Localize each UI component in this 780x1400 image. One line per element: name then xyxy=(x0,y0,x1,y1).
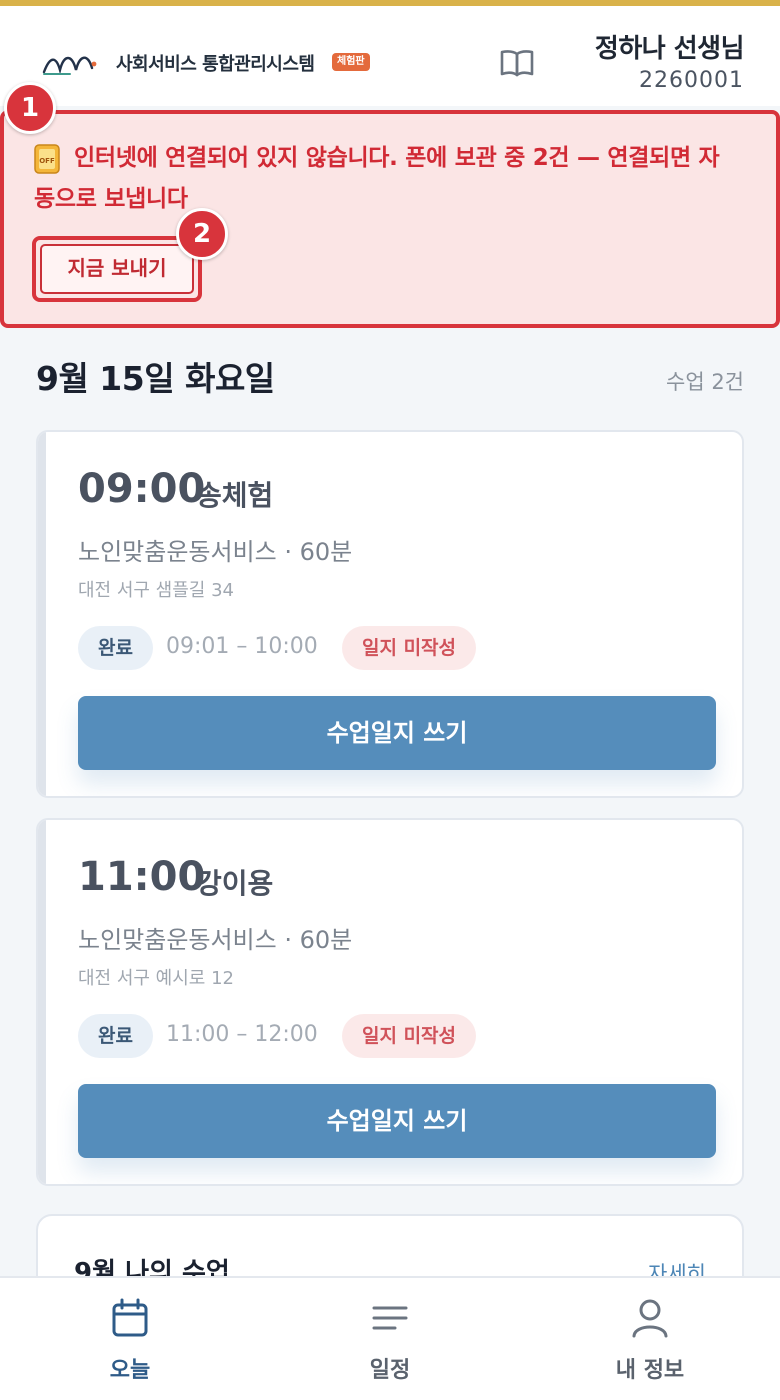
log-status-chip: 일지 미작성 xyxy=(342,626,477,670)
send-now-button[interactable]: 지금 보내기 xyxy=(32,236,202,302)
step-badge-1: 1 xyxy=(4,82,56,134)
app-title: 사회서비스 통합관리시스템 xyxy=(116,54,315,75)
calendar-icon xyxy=(112,1298,148,1337)
wave-logo-icon xyxy=(42,56,97,75)
log-status-chip: 일지 미작성 xyxy=(342,1014,477,1058)
nav-label-schedule: 일정 xyxy=(369,1358,411,1383)
send-now-label: 지금 보내기 xyxy=(40,244,194,294)
user-icon xyxy=(632,1299,668,1338)
service-line: 노인맞춤운동서비스 · 60분 xyxy=(78,538,353,566)
class-card: 11:00 강이용 노인맞춤운동서비스 · 60분 대전 서구 예시로 12 완… xyxy=(36,818,744,1186)
write-log-button[interactable]: 수업일지 쓰기 xyxy=(78,1084,716,1158)
nav-label-profile: 내 정보 xyxy=(615,1358,685,1383)
teacher-name: 정하나 선생님 xyxy=(594,34,745,64)
nav-label-today: 오늘 xyxy=(109,1358,151,1383)
student-name: 송체험 xyxy=(196,479,274,512)
time-range: 09:01 – 10:00 xyxy=(166,634,318,659)
address-line: 대전 서구 예시로 12 xyxy=(78,968,234,989)
date-heading: 9월 15일 화요일 xyxy=(36,359,275,398)
address-line: 대전 서구 샘플길 34 xyxy=(78,580,234,601)
bottom-nav: 오늘 일정 내 정보 xyxy=(0,1276,780,1400)
offline-message: 인터넷에 연결되어 있지 않습니다. 폰에 보관 중 2건 — 연결되면 자동으… xyxy=(34,145,720,212)
time-range: 11:00 – 12:00 xyxy=(166,1022,318,1047)
edition-badge: 체험판 xyxy=(332,53,370,71)
class-time: 11:00 xyxy=(78,854,206,900)
card-accent-bar xyxy=(38,432,46,796)
class-count: 수업 2건 xyxy=(666,370,744,394)
service-line: 노인맞춤운동서비스 · 60분 xyxy=(78,926,353,954)
nav-tab-schedule[interactable]: 일정 xyxy=(260,1278,520,1400)
class-card: 09:00 송체험 노인맞춤운동서비스 · 60분 대전 서구 샘플길 34 완… xyxy=(36,430,744,798)
step-badge-2: 2 xyxy=(176,208,228,260)
status-chip: 완료 xyxy=(78,626,153,670)
nav-tab-profile[interactable]: 내 정보 xyxy=(520,1278,780,1400)
book-icon[interactable] xyxy=(498,46,536,80)
class-time: 09:00 xyxy=(78,466,206,512)
list-icon xyxy=(372,1306,408,1330)
app-header: 사회서비스 통합관리시스템 체험판 정하나 선생님 2260001 xyxy=(0,6,780,106)
write-log-button[interactable]: 수업일지 쓰기 xyxy=(78,696,716,770)
teacher-id: 2260001 xyxy=(639,68,744,93)
nav-tab-today[interactable]: 오늘 xyxy=(0,1278,260,1400)
student-name: 강이용 xyxy=(196,867,274,900)
card-accent-bar xyxy=(38,820,46,1184)
status-chip: 완료 xyxy=(78,1014,153,1058)
offline-banner: OFF 인터넷에 연결되어 있지 않습니다. 폰에 보관 중 2건 — 연결되면… xyxy=(0,110,780,328)
